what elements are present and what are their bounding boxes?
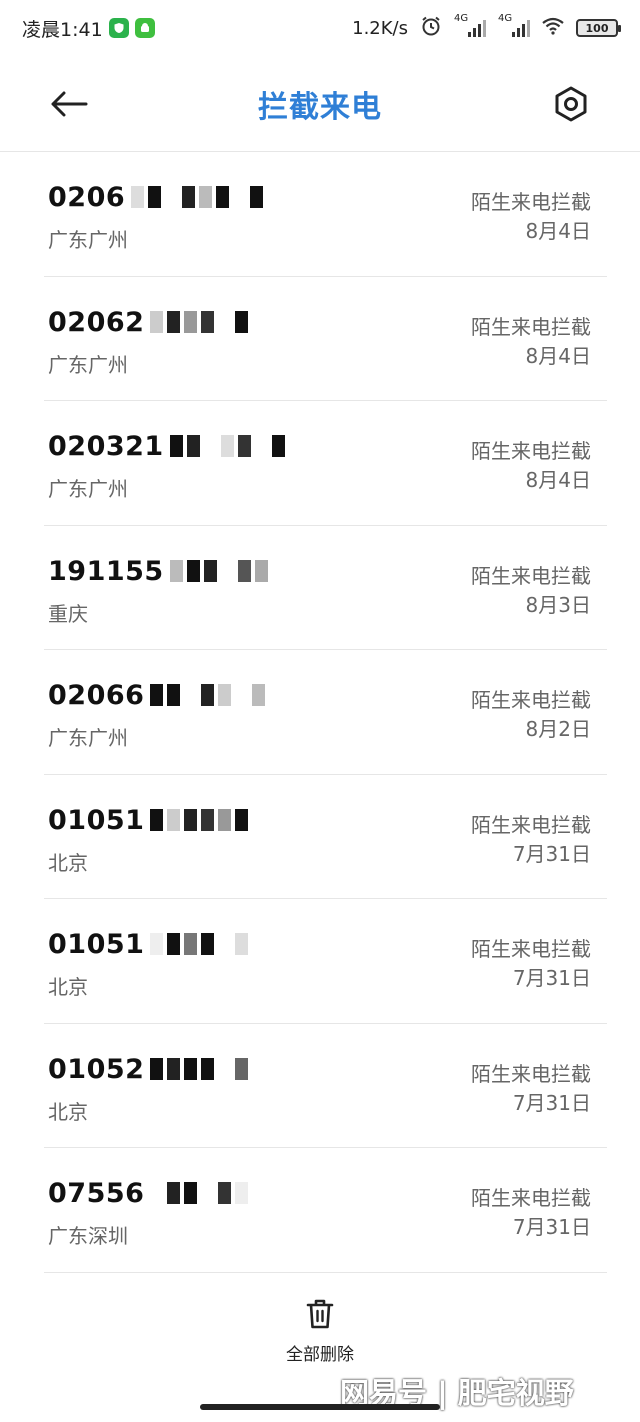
call-location: 广东广州: [48, 726, 128, 750]
battery-icon: 100: [576, 19, 621, 37]
status-time: 凌晨1:41: [22, 18, 103, 41]
status-right: 1.2K/s 4G 4G 100: [352, 13, 621, 42]
call-number: 02062: [48, 307, 252, 338]
call-type: 陌生来电拦截: [471, 439, 591, 463]
call-date: 8月4日: [525, 219, 591, 243]
list-item[interactable]: 191155 重庆 陌生来电拦截 8月3日: [44, 526, 607, 650]
blocked-call-list: 0206 广东广州 陌生来电拦截 8月4日 02062 广东广州 陌生来电拦截 …: [44, 152, 607, 1273]
privacy-mask: [169, 558, 272, 582]
call-number: 02066: [48, 680, 269, 711]
call-type: 陌生来电拦截: [471, 937, 591, 961]
call-type: 陌生来电拦截: [471, 563, 591, 588]
trash-icon: [306, 1299, 334, 1329]
call-number: 01051: [48, 805, 252, 836]
android-app-icon: [134, 18, 155, 38]
call-type: 陌生来电拦截: [471, 1186, 591, 1210]
call-type: 陌生来电拦截: [471, 1061, 591, 1086]
list-item[interactable]: 01051 北京 陌生来电拦截 7月31日: [44, 899, 607, 1024]
hexagon-gear-icon: [555, 86, 587, 122]
privacy-mask: [150, 682, 269, 706]
call-location: 重庆: [48, 601, 88, 626]
call-number: 01052: [48, 1054, 252, 1085]
home-indicator[interactable]: [200, 1404, 440, 1410]
alarm-icon: [420, 15, 442, 42]
call-number: 191155: [48, 556, 272, 587]
call-date: 8月4日: [525, 343, 591, 368]
call-date: 7月31日: [512, 1215, 591, 1239]
privacy-mask: [150, 1180, 252, 1204]
call-number-text: 01051: [48, 929, 145, 960]
privacy-mask: [131, 184, 267, 208]
call-number: 0206: [48, 182, 267, 213]
arrow-left-icon: [51, 91, 88, 117]
call-type: 陌生来电拦截: [471, 190, 591, 214]
call-location: 广东广州: [48, 228, 128, 252]
privacy-mask: [150, 309, 252, 333]
call-number: 020321: [48, 431, 289, 462]
call-location: 广东广州: [48, 352, 128, 377]
network-speed: 1.2K/s: [352, 17, 408, 39]
call-date: 7月31日: [512, 841, 591, 866]
list-item[interactable]: 0206 广东广州 陌生来电拦截 8月4日: [44, 152, 607, 277]
list-item[interactable]: 01052 北京 陌生来电拦截 7月31日: [44, 1024, 607, 1148]
call-date: 7月31日: [512, 966, 591, 990]
call-number-text: 0206: [48, 182, 126, 213]
call-number: 07556: [48, 1178, 252, 1209]
signal-sim2-icon: 4G: [498, 13, 530, 37]
privacy-mask: [150, 1056, 252, 1080]
call-number-text: 02066: [48, 680, 145, 711]
status-bar: 凌晨1:41 1.2K/s 4G 4G 100: [0, 0, 640, 56]
app-header: 拦截来电: [0, 56, 640, 152]
call-type: 陌生来电拦截: [471, 314, 591, 339]
shield-app-icon: [108, 18, 129, 38]
list-item[interactable]: 01051 北京 陌生来电拦截 7月31日: [44, 775, 607, 899]
list-item[interactable]: 020321 广东广州 陌生来电拦截 8月4日: [44, 401, 607, 526]
call-location: 北京: [48, 975, 88, 999]
call-date: 8月2日: [525, 717, 591, 741]
delete-all-button[interactable]: 全部删除: [270, 1298, 370, 1368]
list-item[interactable]: 07556 广东深圳 陌生来电拦截 7月31日: [44, 1148, 607, 1273]
call-date: 8月3日: [525, 592, 591, 617]
call-number-text: 191155: [48, 555, 164, 587]
list-item[interactable]: 02066 广东广州 陌生来电拦截 8月2日: [44, 650, 607, 775]
call-location: 北京: [48, 1099, 88, 1124]
list-item[interactable]: 02062 广东广州 陌生来电拦截 8月4日: [44, 277, 607, 401]
call-number-text: 07556: [48, 1178, 145, 1209]
sim1-label: 4G: [454, 13, 469, 24]
call-type: 陌生来电拦截: [471, 688, 591, 712]
call-number-text: 01052: [48, 1053, 145, 1085]
delete-all-label: 全部删除: [286, 1345, 354, 1365]
call-location: 广东广州: [48, 477, 128, 501]
back-button[interactable]: [46, 84, 92, 124]
privacy-mask: [150, 807, 252, 831]
signal-sim1-icon: 4G: [454, 13, 486, 37]
status-left: 凌晨1:41: [22, 15, 155, 42]
call-number-text: 02062: [48, 306, 145, 338]
sim2-label: 4G: [498, 13, 513, 24]
privacy-mask: [169, 433, 289, 457]
call-number-text: 020321: [48, 431, 164, 462]
call-number-text: 01051: [48, 804, 145, 836]
wifi-icon: [542, 17, 564, 40]
call-number: 01051: [48, 929, 252, 960]
call-location: 广东深圳: [48, 1224, 128, 1248]
call-date: 7月31日: [512, 1090, 591, 1115]
call-location: 北京: [48, 850, 88, 875]
call-date: 8月4日: [525, 468, 591, 492]
call-type: 陌生来电拦截: [471, 812, 591, 837]
settings-button[interactable]: [548, 84, 594, 124]
page-title: 拦截来电: [258, 89, 382, 125]
privacy-mask: [150, 931, 252, 955]
